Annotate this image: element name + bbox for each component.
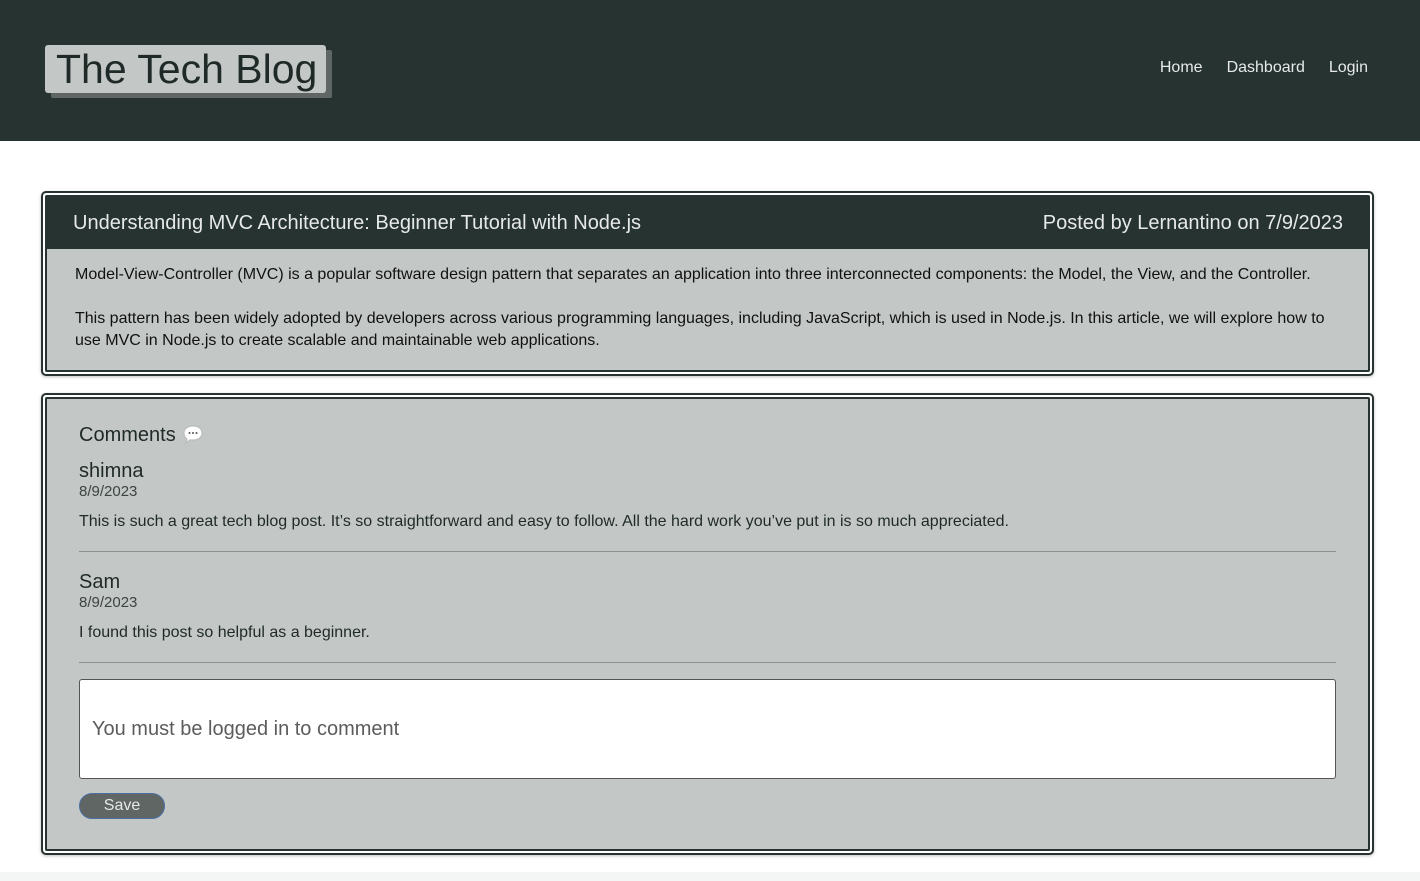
- post-header: Understanding MVC Architecture: Beginner…: [47, 197, 1368, 249]
- comment-text: This is such a great tech blog post. It’…: [79, 513, 1009, 530]
- post-title: Understanding MVC Architecture: Beginner…: [73, 211, 642, 234]
- post-meta: Posted by Lernantino on 7/9/2023: [1042, 211, 1343, 234]
- comments-title: Comments: [79, 424, 176, 446]
- save-button[interactable]: Save: [79, 793, 165, 819]
- comment-author: Sam: [79, 571, 121, 593]
- comment-text: I found this post so helpful as a beginn…: [79, 624, 370, 641]
- nav-home-link[interactable]: Home: [1160, 58, 1203, 78]
- post-paragraph: Model-View-Controller (MVC) is a popular…: [75, 266, 1311, 283]
- page-footer-strip: [0, 872, 1420, 881]
- speech-bubble-icon: [183, 425, 203, 445]
- comment-author: shimna: [79, 460, 144, 482]
- site-title[interactable]: The Tech Blog: [45, 45, 326, 93]
- post-paragraph: This pattern has been widely adopted by …: [75, 310, 1325, 349]
- comment-input[interactable]: [79, 679, 1336, 779]
- comment-date: 8/9/2023: [79, 483, 138, 500]
- post-card-inner: Understanding MVC Architecture: Beginner…: [45, 195, 1370, 372]
- site-header: The Tech Blog Home Dashboard Login: [0, 0, 1420, 141]
- post-card: Understanding MVC Architecture: Beginner…: [41, 191, 1374, 376]
- comment-date: 8/9/2023: [79, 594, 138, 611]
- nav-dashboard-link[interactable]: Dashboard: [1227, 58, 1305, 78]
- comments-card-inner: Comments shimna 8/9/2023 This is such a …: [45, 397, 1370, 851]
- comments-card: Comments shimna 8/9/2023 This is such a …: [41, 393, 1374, 855]
- comments-heading: Comments: [79, 423, 1336, 447]
- main-nav: Home Dashboard Login: [1160, 58, 1368, 78]
- post-body: Model-View-Controller (MVC) is a popular…: [47, 249, 1368, 352]
- comment-item: shimna 8/9/2023 This is such a great tec…: [79, 447, 1336, 552]
- nav-login-link[interactable]: Login: [1329, 58, 1368, 78]
- comment-item: Sam 8/9/2023 I found this post so helpfu…: [79, 552, 1336, 663]
